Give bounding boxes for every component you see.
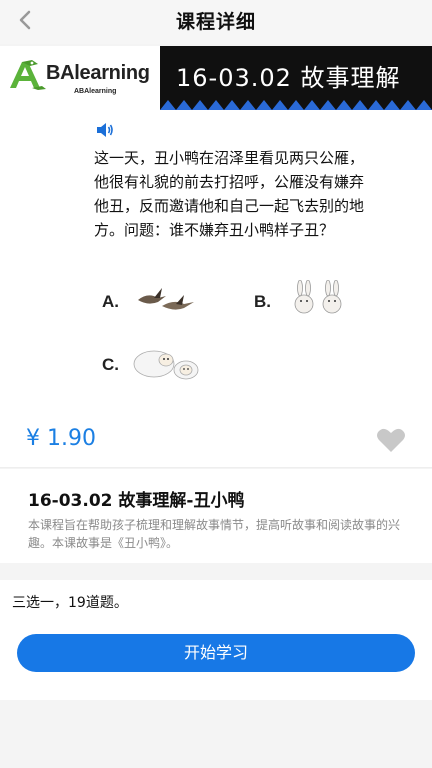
course-price: ¥ 1.90 bbox=[26, 426, 96, 451]
option-c-label[interactable]: C. bbox=[102, 355, 119, 375]
heart-icon[interactable] bbox=[376, 427, 406, 453]
story-text: 这一天，丑小鸭在沼泽里看见两只公雁，他很有礼貌的前去打招呼，公雁没有嫌弃他丑，反… bbox=[94, 149, 365, 239]
top-bar: 课程详细 bbox=[0, 0, 432, 44]
course-name: 16-03.02 故事理解-丑小鸭 bbox=[28, 491, 245, 511]
start-learning-button[interactable]: 开始学习 bbox=[17, 634, 415, 672]
crocodile-logo-icon bbox=[10, 60, 46, 90]
speaker-icon[interactable] bbox=[96, 122, 114, 138]
brand-logo: BAlearning ABAlearning bbox=[0, 46, 160, 110]
course-description: 本课程旨在帮助孩子梳理和理解故事情节，提高听故事和阅读故事的兴趣。本课故事是《丑… bbox=[28, 518, 401, 550]
logo-text: BAlearning bbox=[46, 62, 150, 84]
option-b-label[interactable]: B. bbox=[254, 292, 271, 312]
logo-subtext: ABAlearning bbox=[74, 88, 117, 95]
page-title: 课程详细 bbox=[175, 11, 256, 33]
quiz-note: 三选一，19道题。 bbox=[12, 595, 128, 611]
option-a-label[interactable]: A. bbox=[102, 292, 119, 312]
sheep-picture[interactable] bbox=[132, 346, 202, 382]
banner-course-code: 16-03.02 故事理解 bbox=[176, 64, 401, 92]
start-section: 三选一，19道题。 开始学习 bbox=[0, 580, 432, 700]
banner-decoration bbox=[160, 96, 432, 110]
course-info: 16-03.02 故事理解-丑小鸭 本课程旨在帮助孩子梳理和理解故事情节，提高听… bbox=[0, 469, 432, 563]
price-row: ¥ 1.90 bbox=[0, 416, 432, 468]
rabbits-picture[interactable] bbox=[286, 280, 350, 316]
question-preview: 这一天，丑小鸭在沼泽里看见两只公雁，他很有礼貌的前去打招呼，公雁没有嫌弃他丑，反… bbox=[0, 110, 432, 416]
geese-picture[interactable] bbox=[136, 286, 196, 314]
course-banner: BAlearning ABAlearning 16-03.02 故事理解 bbox=[0, 46, 432, 110]
